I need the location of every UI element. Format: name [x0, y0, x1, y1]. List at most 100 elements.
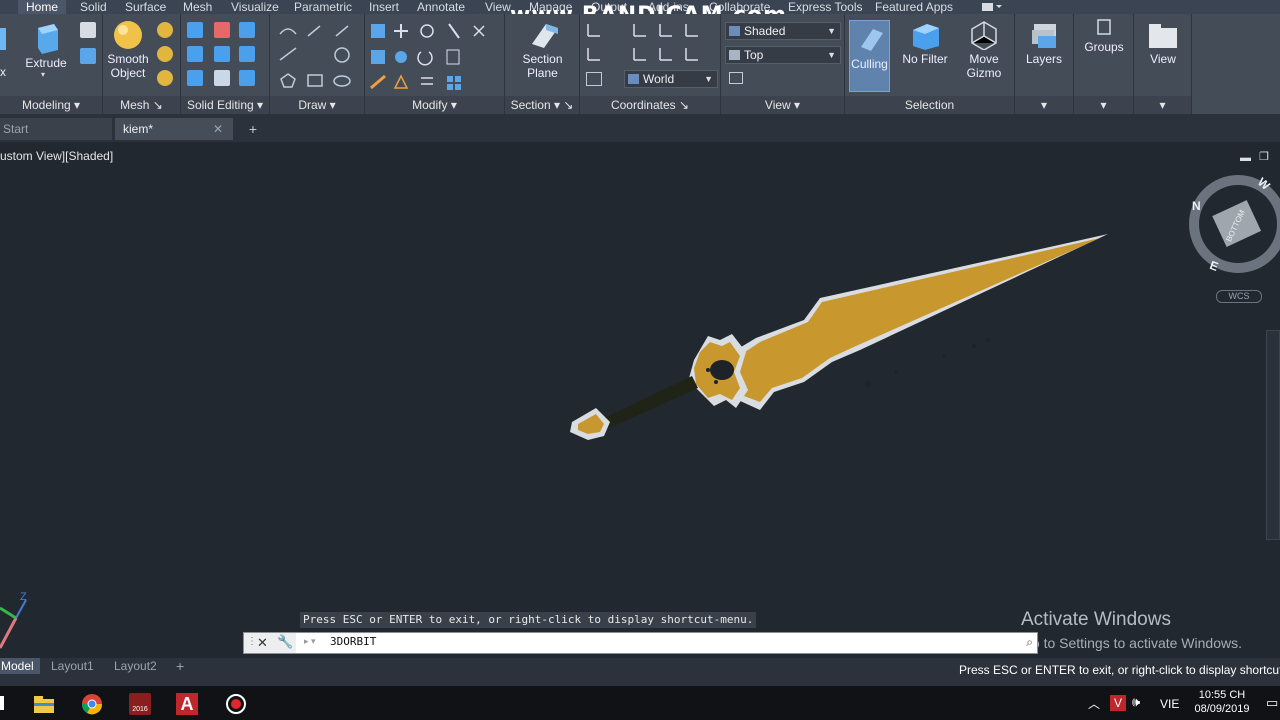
imprint-icon[interactable] — [214, 70, 230, 86]
separate-icon[interactable] — [239, 70, 255, 86]
grip-icon[interactable]: ⋮ — [247, 636, 257, 647]
panel-title-view[interactable]: View ▾ — [721, 96, 844, 114]
drawing-viewport[interactable]: ustom View][Shaded] ▬ ❐ BOTTOM N W E WCS — [0, 142, 1280, 658]
tab-featured-apps[interactable]: Featured Apps — [875, 0, 953, 14]
file-explorer-icon[interactable] — [33, 693, 55, 715]
tab-layout2[interactable]: Layout2 — [114, 658, 157, 674]
wcs-menu[interactable]: WCS — [1216, 290, 1262, 303]
smooth-object-button[interactable]: Smooth Object — [103, 20, 153, 80]
chevron-down-icon[interactable]: ▾ — [41, 70, 45, 79]
subtract-icon[interactable] — [214, 22, 230, 38]
command-input[interactable]: 3DORBIT — [330, 635, 376, 648]
intersect-icon[interactable] — [239, 22, 255, 38]
tab-model[interactable]: Model — [0, 658, 40, 674]
tab-annotate[interactable]: Annotate — [417, 0, 465, 14]
add-layout-plus-icon[interactable]: + — [176, 658, 184, 674]
antivirus-tray-icon[interactable]: V — [1110, 695, 1126, 711]
clock-date: 08/09/2019 — [1194, 703, 1250, 715]
command-history-icon[interactable]: ▸ ▾ — [304, 636, 316, 647]
speaker-icon[interactable]: 🕪 — [1132, 694, 1140, 710]
viewcube[interactable]: BOTTOM N W E — [1186, 172, 1280, 282]
activate-windows-subtitle: Go to Settings to activate Windows. — [1021, 635, 1242, 651]
viewport-config-icon[interactable] — [729, 72, 743, 84]
tab-view[interactable]: View — [485, 0, 511, 14]
tab-drawing-kiem[interactable]: kiem* ✕ — [115, 118, 233, 140]
tab-mesh[interactable]: Mesh — [183, 0, 212, 14]
command-line[interactable]: ⋮ ✕ 🔧 ▸ ▾ 3DORBIT ⌕ — [243, 632, 1038, 654]
modify-tools-icon[interactable] — [369, 22, 501, 94]
close-icon[interactable]: ✕ — [257, 635, 268, 651]
panel-view-right: View ▾ — [1134, 14, 1192, 114]
autocad-window: Home Solid Surface Mesh Visualize Parame… — [0, 0, 1280, 720]
view-expand[interactable]: ▾ — [1134, 96, 1191, 114]
viewport-minimize-icon[interactable]: ▬ — [1240, 152, 1251, 164]
start-icon[interactable] — [0, 696, 4, 710]
tab-surface[interactable]: Surface — [125, 0, 166, 14]
tab-parametric[interactable]: Parametric — [294, 0, 352, 14]
ucs-icon[interactable] — [586, 72, 602, 86]
tab-visualize[interactable]: Visualize — [231, 0, 279, 14]
tab-solid[interactable]: Solid — [80, 0, 107, 14]
ucs-dropdown[interactable]: World ▼ — [624, 70, 718, 88]
panel-title-section[interactable]: Section ▾ ↘ — [505, 96, 579, 114]
panel-title-modeling[interactable]: Modeling ▾ — [0, 96, 102, 114]
panel-title-solid-editing[interactable]: Solid Editing ▾ — [181, 96, 269, 114]
draw-tools-icon[interactable] — [278, 22, 358, 94]
panel-title-draw[interactable]: Draw ▾ — [270, 96, 364, 114]
windows-taskbar: 2016 A ︿ V 🕪 VIE 10:55 CH 08/09/2019 ▭ — [0, 686, 1280, 720]
panel-title-selection[interactable]: Selection — [845, 96, 1014, 114]
panel-title-modify[interactable]: Modify ▾ — [365, 96, 504, 114]
layers-button[interactable]: Layers — [1019, 20, 1069, 66]
mesh-refine-icon[interactable] — [157, 70, 173, 86]
chevron-up-icon[interactable]: ︿ — [1088, 695, 1100, 712]
tab-start[interactable]: Start — [0, 118, 112, 140]
view-label: View — [1150, 52, 1176, 66]
sword-3d-model[interactable] — [560, 222, 1120, 442]
tab-home[interactable]: Home — [18, 0, 66, 14]
extrude-button[interactable]: Extrude — [23, 20, 69, 70]
no-filter-button[interactable]: No Filter — [900, 20, 950, 66]
extract-edges-icon[interactable] — [187, 70, 203, 86]
fillet-edge-icon[interactable] — [239, 46, 255, 62]
culling-button[interactable]: Culling — [849, 20, 890, 92]
mesh-smooth-more-icon[interactable] — [157, 22, 173, 38]
customize-wrench-icon[interactable]: 🔧 — [277, 634, 293, 650]
view-button[interactable]: View — [1138, 20, 1188, 66]
close-icon[interactable]: ✕ — [213, 118, 223, 140]
new-tab-plus-icon[interactable]: + — [243, 118, 263, 140]
ribbon-options-icon[interactable] — [980, 0, 1004, 14]
viewport-label[interactable]: ustom View][Shaded] — [0, 149, 113, 163]
chrome-icon[interactable] — [81, 693, 103, 715]
panel-view: Shaded ▼ Top ▼ View ▾ — [721, 14, 845, 114]
viewport-restore-icon[interactable]: ❐ — [1259, 150, 1269, 163]
system-clock[interactable]: 10:55 CH 08/09/2019 — [1186, 688, 1258, 716]
interfere-icon[interactable] — [214, 46, 230, 62]
union-icon[interactable] — [187, 22, 203, 38]
polysolid-icon[interactable] — [80, 48, 96, 64]
tab-express-tools[interactable]: Express Tools — [788, 0, 862, 14]
notification-icon[interactable]: ▭ — [1266, 695, 1278, 711]
autocad-taskbar-icon[interactable]: A — [176, 693, 198, 715]
visual-style-dropdown[interactable]: Shaded ▼ — [725, 22, 841, 40]
view-direction-dropdown[interactable]: Top ▼ — [725, 46, 841, 64]
groups-button[interactable]: Groups — [1079, 18, 1129, 54]
presspull-icon[interactable] — [80, 22, 96, 38]
mesh-smooth-less-icon[interactable] — [157, 46, 173, 62]
section-plane-button[interactable]: Section Plane — [515, 20, 570, 80]
bandicam-record-icon[interactable] — [225, 693, 247, 715]
autocad-2016-taskbar-icon[interactable]: 2016 — [129, 693, 151, 715]
navigation-bar[interactable] — [1266, 330, 1280, 540]
search-icon[interactable]: ⌕ — [1026, 635, 1033, 650]
tab-layout1[interactable]: Layout1 — [51, 658, 94, 674]
panel-title-mesh[interactable]: Mesh ↘ — [103, 96, 180, 114]
slice-icon[interactable] — [187, 46, 203, 62]
language-indicator[interactable]: VIE — [1160, 697, 1179, 711]
box-button[interactable] — [0, 24, 8, 57]
groups-expand[interactable]: ▾ — [1074, 96, 1133, 114]
ucs-tools-icon[interactable] — [586, 22, 716, 72]
panel-title-coordinates[interactable]: Coordinates ↘ — [580, 96, 720, 114]
layers-expand[interactable]: ▾ — [1015, 96, 1073, 114]
compass-north[interactable]: N — [1192, 199, 1201, 213]
move-gizmo-button[interactable]: Move Gizmo — [959, 20, 1009, 80]
tab-insert[interactable]: Insert — [369, 0, 399, 14]
